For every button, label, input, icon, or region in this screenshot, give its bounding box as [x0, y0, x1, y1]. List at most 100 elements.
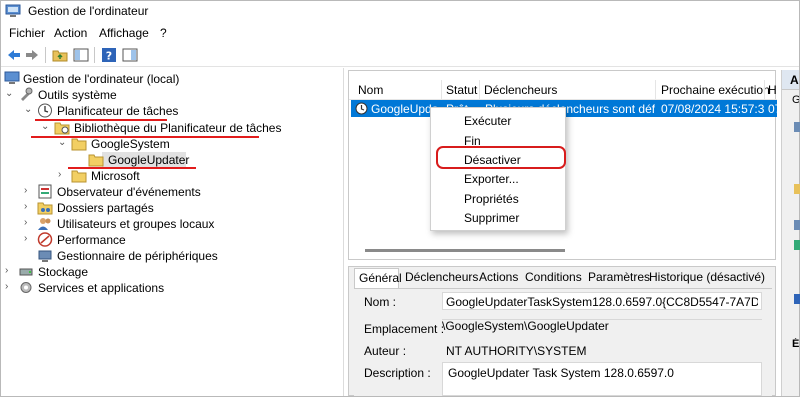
actions-header: Ac: [782, 70, 799, 90]
tree-label: GoogleSystem: [91, 137, 170, 151]
toolbar: ?: [1, 43, 799, 67]
actions-section-item[interactable]: É: [782, 338, 799, 354]
show-hide-action-pane-icon[interactable]: [121, 46, 139, 64]
folder-icon: [71, 170, 87, 183]
tree-item-googlesystem[interactable]: ⌄ GoogleSystem: [58, 136, 258, 152]
tab-history[interactable]: Historique (désactivé): [649, 270, 765, 288]
description-label: Description :: [364, 366, 431, 380]
chevron-right-icon[interactable]: ›: [24, 185, 34, 197]
clock-icon: [38, 103, 52, 118]
chevron-down-icon[interactable]: ⌄: [41, 121, 51, 133]
column-separator: [655, 80, 656, 100]
menu-item-delete[interactable]: Supprimer: [464, 211, 519, 225]
shared-folder-icon: [37, 202, 53, 215]
performance-icon: [37, 232, 53, 247]
column-header-h[interactable]: H: [768, 83, 777, 97]
action-icon[interactable]: [794, 182, 800, 196]
tree-item-microsoft[interactable]: › Microsoft: [58, 168, 258, 184]
column-header-triggers[interactable]: Déclencheurs: [484, 83, 557, 97]
action-icon[interactable]: [794, 218, 800, 232]
tree-item-performance[interactable]: › Performance: [24, 232, 324, 248]
tree-item-computer-management[interactable]: Gestion de l'ordinateur (local): [4, 71, 334, 87]
chevron-right-icon[interactable]: ›: [58, 169, 68, 181]
column-header-status[interactable]: Statut: [446, 83, 477, 97]
tree-label: Microsoft: [91, 169, 140, 183]
tab-conditions[interactable]: Conditions: [525, 270, 582, 288]
folder-icon: [71, 138, 87, 151]
description-value: GoogleUpdater Task System 128.0.6597.0: [448, 366, 674, 380]
menu-item-run[interactable]: Exécuter: [464, 114, 511, 128]
column-separator: [764, 80, 765, 100]
navigation-tree: Gestion de l'ordinateur (local) ⌄ Outils…: [1, 68, 344, 396]
action-icon[interactable]: [794, 238, 800, 252]
chevron-right-icon[interactable]: ›: [24, 201, 34, 213]
tree-item-system-tools[interactable]: ⌄ Outils système: [5, 87, 325, 103]
tree-label: Observateur d'événements: [57, 185, 201, 199]
tree-item-local-users[interactable]: › Utilisateurs et groupes locaux: [24, 216, 324, 232]
tree-item-task-scheduler[interactable]: ⌄ Planificateur de tâches: [24, 103, 324, 119]
name-label: Nom :: [364, 295, 397, 309]
forward-arrow-icon[interactable]: [23, 46, 41, 64]
menu-view[interactable]: Affichage: [99, 26, 149, 40]
tab-triggers[interactable]: Déclencheurs: [405, 270, 478, 288]
up-folder-icon[interactable]: [51, 46, 69, 64]
chevron-right-icon[interactable]: ›: [5, 265, 15, 277]
column-header-name[interactable]: Nom: [358, 83, 383, 97]
tree-label: Dossiers partagés: [57, 201, 154, 215]
column-header-next-run[interactable]: Prochaine exécution: [661, 83, 770, 97]
tree-label: Utilisateurs et groupes locaux: [57, 217, 215, 231]
users-icon: [38, 218, 51, 230]
folder-icon: [88, 154, 104, 167]
scrollbar-thumb[interactable]: [365, 249, 565, 252]
computer-icon: [4, 71, 20, 84]
menu-help[interactable]: ?: [160, 26, 167, 40]
task-detail-pane: Général Déclencheurs Actions Conditions …: [348, 266, 776, 396]
tree-label: GoogleUpdater: [108, 153, 190, 167]
tab-general[interactable]: Général: [354, 268, 402, 289]
chevron-right-icon[interactable]: ›: [24, 217, 34, 229]
tree-item-device-manager[interactable]: Gestionnaire de périphériques: [24, 248, 324, 264]
menu-action[interactable]: Action: [54, 26, 87, 40]
tab-actions[interactable]: Actions: [479, 270, 518, 288]
actions-section-googleupdater[interactable]: G: [782, 94, 799, 110]
tree-item-shared-folders[interactable]: › Dossiers partagés: [24, 200, 324, 216]
tree-label: Performance: [57, 233, 126, 247]
show-hide-tree-icon[interactable]: [72, 46, 90, 64]
task-clock-icon: [355, 102, 368, 115]
chevron-down-icon[interactable]: ⌄: [5, 88, 15, 100]
tree-label: Gestionnaire de périphériques: [57, 249, 218, 263]
tree-item-storage[interactable]: › Stockage: [5, 264, 305, 280]
menu-item-export[interactable]: Exporter...: [464, 172, 519, 186]
horizontal-scrollbar[interactable]: [361, 249, 761, 253]
menu-file[interactable]: Fichier: [9, 26, 45, 40]
general-tab-body: Nom : GoogleUpdaterTaskSystem128.0.6597.…: [354, 288, 772, 396]
chevron-right-icon[interactable]: ›: [24, 233, 34, 245]
menu-item-properties[interactable]: Propriétés: [464, 192, 519, 206]
help-icon[interactable]: ?: [100, 46, 118, 64]
task-h-cell: 07: [768, 102, 777, 116]
window-title: Gestion de l'ordinateur: [28, 4, 149, 18]
tree-item-services-applications[interactable]: › Services et applications: [5, 280, 305, 296]
action-icon[interactable]: [794, 120, 800, 134]
title-bar: Gestion de l'ordinateur: [1, 1, 799, 23]
back-arrow-icon[interactable]: [5, 46, 23, 64]
chevron-right-icon[interactable]: ›: [5, 281, 15, 293]
name-value: GoogleUpdaterTaskSystem128.0.6597.0{CC8D…: [446, 295, 758, 309]
toolbar-separator: [45, 47, 46, 63]
author-label: Auteur :: [364, 344, 407, 358]
tree-item-scheduler-library[interactable]: ⌄ Bibliothèque du Planificateur de tâche…: [41, 120, 341, 136]
tree-label: Services et applications: [38, 281, 165, 295]
tree-item-event-viewer[interactable]: › Observateur d'événements: [24, 184, 324, 200]
task-name-cell: GoogleUpda: [371, 102, 437, 116]
column-separator: [441, 80, 442, 100]
actions-pane: Ac G É: [781, 70, 800, 396]
annotation-highlight-disable: [436, 146, 566, 169]
location-value: \GoogleSystem\GoogleUpdater: [442, 319, 609, 333]
tab-settings[interactable]: Paramètres: [588, 270, 650, 288]
chevron-down-icon[interactable]: ⌄: [24, 104, 34, 116]
tree-item-googleupdater[interactable]: GoogleUpdater: [75, 152, 215, 168]
chevron-down-icon[interactable]: ⌄: [58, 137, 68, 149]
action-icon[interactable]: [794, 292, 800, 306]
storage-icon: [19, 268, 33, 276]
tree-label: Bibliothèque du Planificateur de tâches: [74, 121, 282, 135]
